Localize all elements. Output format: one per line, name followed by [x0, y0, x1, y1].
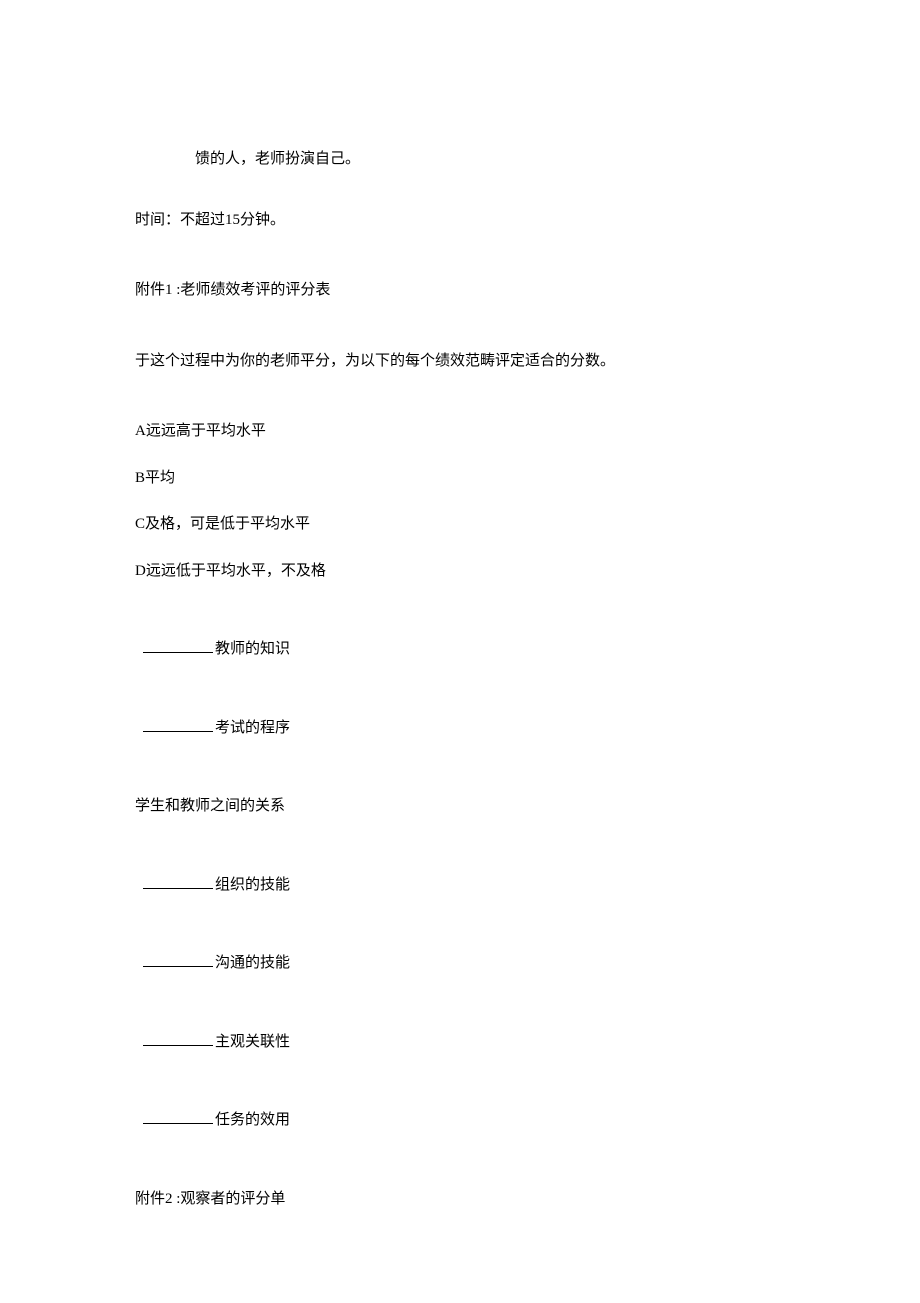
continuation-fragment: 馈的人，老师扮演自己。 — [195, 148, 785, 171]
rating-item-label: 任务的效用 — [215, 1112, 290, 1128]
rating-item-label: 教师的知识 — [215, 641, 290, 657]
rating-instruction: 于这个过程中为你的老师平分，为以下的每个绩效范畴评定适合的分数。 — [135, 350, 785, 373]
rating-item-row: 任务的效用 — [135, 1109, 785, 1132]
blank-field[interactable] — [143, 717, 213, 732]
rating-item-row: 教师的知识 — [135, 638, 785, 661]
rating-item-label: 主观关联性 — [215, 1034, 290, 1050]
rating-item-row: 组织的技能 — [135, 874, 785, 897]
rating-item-label: 沟通的技能 — [215, 955, 290, 971]
attachment1-title: 附件1 :老师绩效考评的评分表 — [135, 279, 785, 302]
rating-item-row: 主观关联性 — [135, 1031, 785, 1054]
blank-field[interactable] — [143, 1110, 213, 1125]
scale-c: C及格，可是低于平均水平 — [135, 513, 785, 536]
rating-item-row: 学生和教师之间的关系 — [135, 795, 785, 818]
rating-item-row: 考试的程序 — [135, 717, 785, 740]
time-line: 时间：不超过15分钟。 — [135, 209, 785, 232]
blank-field[interactable] — [143, 639, 213, 654]
rating-item-label: 学生和教师之间的关系 — [135, 798, 285, 814]
attachment2-title: 附件2 :观察者的评分单 — [135, 1188, 785, 1211]
rating-item-label: 组织的技能 — [215, 877, 290, 893]
blank-field[interactable] — [143, 874, 213, 889]
scale-a: A远远高于平均水平 — [135, 420, 785, 443]
document-page: 馈的人，老师扮演自己。 时间：不超过15分钟。 附件1 :老师绩效考评的评分表 … — [0, 0, 920, 1303]
scale-d: D远远低于平均水平，不及格 — [135, 560, 785, 583]
rating-item-label: 考试的程序 — [215, 720, 290, 736]
scale-b: B平均 — [135, 467, 785, 490]
blank-field[interactable] — [143, 953, 213, 968]
blank-field[interactable] — [143, 1031, 213, 1046]
rating-item-row: 沟通的技能 — [135, 952, 785, 975]
